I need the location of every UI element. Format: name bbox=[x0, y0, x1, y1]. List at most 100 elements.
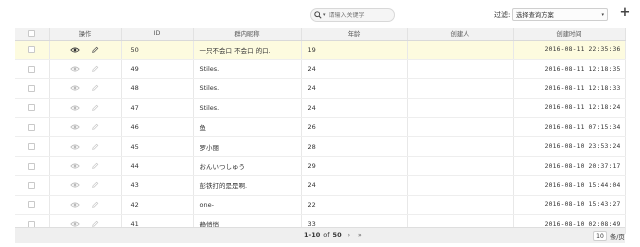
cell-id: 50 bbox=[121, 40, 194, 60]
cell-age: 24 bbox=[301, 175, 408, 196]
pencil-icon[interactable] bbox=[90, 104, 100, 112]
table-row[interactable]: 43 彭铁打的是是啊. 24 2016-08-10 15:44:04 bbox=[15, 175, 626, 196]
cell-id: 43 bbox=[121, 175, 194, 196]
column-header-age[interactable]: 年龄 bbox=[301, 28, 408, 41]
row-checkbox[interactable] bbox=[28, 162, 36, 170]
row-checkbox[interactable] bbox=[28, 65, 36, 73]
column-header-id[interactable]: ID bbox=[121, 28, 194, 41]
cell-nickname: 罗小丽 bbox=[193, 136, 302, 157]
row-checkbox-cell[interactable] bbox=[15, 195, 50, 216]
filter-select[interactable]: 选择查询方案 ▾ bbox=[512, 8, 608, 21]
filter-label: 过滤: bbox=[494, 11, 511, 19]
cell-created-time: 2016-08-10 15:43:27 bbox=[513, 195, 626, 216]
cell-created-time: 2016-08-11 12:18:24 bbox=[513, 98, 626, 119]
search-box[interactable]: ▾ bbox=[310, 8, 395, 22]
cell-creator bbox=[407, 78, 514, 99]
column-header-nickname[interactable]: 群内昵称 bbox=[193, 28, 302, 41]
cell-age: 22 bbox=[301, 195, 408, 216]
cell-id: 42 bbox=[121, 195, 194, 216]
row-actions bbox=[49, 175, 122, 196]
table-row[interactable]: 44 おんいつしゅう 29 2016-08-10 20:37:17 bbox=[15, 156, 626, 177]
column-header-creator[interactable]: 创建人 bbox=[407, 28, 514, 41]
row-checkbox-cell[interactable] bbox=[15, 98, 50, 119]
row-checkbox[interactable] bbox=[28, 104, 36, 112]
cell-creator bbox=[407, 156, 514, 177]
cell-creator bbox=[407, 117, 514, 138]
page-size-unit: 条/页 bbox=[610, 234, 625, 241]
table-row[interactable]: 49 Stiles. 24 2016-08-11 12:18:35 bbox=[15, 59, 626, 80]
row-actions bbox=[49, 40, 122, 60]
cell-age: 19 bbox=[301, 40, 408, 60]
cell-created-time: 2016-08-10 20:37:17 bbox=[513, 156, 626, 177]
row-checkbox[interactable] bbox=[28, 201, 36, 209]
add-button[interactable]: + bbox=[618, 6, 632, 20]
table-row[interactable]: 50 一只不会口 不会口 的口. 19 2016-08-11 22:35:36 bbox=[15, 40, 626, 60]
eye-icon[interactable] bbox=[70, 181, 80, 189]
page-size-value: 10 bbox=[596, 232, 604, 240]
cell-created-time: 2016-08-11 12:18:35 bbox=[513, 59, 626, 80]
pencil-icon[interactable] bbox=[90, 65, 100, 73]
eye-icon[interactable] bbox=[70, 65, 80, 73]
eye-icon[interactable] bbox=[70, 201, 80, 209]
row-checkbox[interactable] bbox=[28, 123, 36, 131]
cell-created-time: 2016-08-10 23:53:24 bbox=[513, 136, 626, 157]
row-checkbox[interactable] bbox=[28, 46, 36, 54]
page-size-select[interactable]: 10 bbox=[593, 231, 607, 241]
row-checkbox-cell[interactable] bbox=[15, 175, 50, 196]
pencil-icon[interactable] bbox=[90, 123, 100, 131]
pencil-icon[interactable] bbox=[90, 46, 100, 54]
table-row[interactable]: 46 鱼 26 2016-08-11 07:15:34 bbox=[15, 117, 626, 138]
row-checkbox[interactable] bbox=[28, 84, 36, 92]
pencil-icon[interactable] bbox=[90, 201, 100, 209]
cell-nickname: Stiles. bbox=[193, 78, 302, 99]
row-checkbox-cell[interactable] bbox=[15, 40, 50, 60]
last-page-icon[interactable]: » bbox=[358, 232, 362, 239]
row-actions bbox=[49, 98, 122, 119]
cell-created-time: 2016-08-11 22:35:36 bbox=[513, 40, 626, 60]
row-checkbox[interactable] bbox=[28, 181, 36, 189]
table-row[interactable]: 45 罗小丽 28 2016-08-10 23:53:24 bbox=[15, 136, 626, 157]
cell-nickname: 彭铁打的是是啊. bbox=[193, 175, 302, 196]
pagination-bar: 1-10 of 50 › » 10 条/页 bbox=[15, 227, 625, 243]
row-checkbox[interactable] bbox=[28, 143, 36, 151]
cell-age: 26 bbox=[301, 117, 408, 138]
row-actions bbox=[49, 59, 122, 80]
table-row[interactable]: 48 Stiles. 24 2016-08-11 12:18:33 bbox=[15, 78, 626, 99]
row-actions bbox=[49, 78, 122, 99]
table-body: 50 一只不会口 不会口 的口. 19 2016-08-11 22:35:36 49 St… bbox=[15, 40, 626, 235]
cell-age: 24 bbox=[301, 98, 408, 119]
page-range: 1-10 bbox=[304, 231, 321, 239]
search-input[interactable] bbox=[328, 11, 385, 19]
pencil-icon[interactable] bbox=[90, 84, 100, 92]
cell-id: 47 bbox=[121, 98, 194, 119]
eye-icon[interactable] bbox=[70, 143, 80, 151]
row-checkbox-cell[interactable] bbox=[15, 156, 50, 177]
cell-id: 46 bbox=[121, 117, 194, 138]
pencil-icon[interactable] bbox=[90, 162, 100, 170]
chevron-down-icon: ▾ bbox=[601, 11, 604, 18]
next-page-icon[interactable]: › bbox=[348, 232, 350, 239]
row-checkbox-cell[interactable] bbox=[15, 59, 50, 80]
row-checkbox-cell[interactable] bbox=[15, 117, 50, 138]
column-select-all[interactable] bbox=[15, 28, 50, 41]
table-row[interactable]: 42 one- 22 2016-08-10 15:43:27 bbox=[15, 195, 626, 216]
pencil-icon[interactable] bbox=[90, 143, 100, 151]
cell-creator bbox=[407, 175, 514, 196]
row-checkbox-cell[interactable] bbox=[15, 136, 50, 157]
data-grid: 操作 ID 群内昵称 年龄 创建人 创建时间 50 一只不会口 不会口 的口. 19… bbox=[15, 28, 626, 235]
cell-id: 48 bbox=[121, 78, 194, 99]
eye-icon[interactable] bbox=[70, 162, 80, 170]
eye-icon[interactable] bbox=[70, 46, 80, 54]
column-header-actions: 操作 bbox=[49, 28, 122, 41]
cell-created-time: 2016-08-10 15:44:04 bbox=[513, 175, 626, 196]
column-header-created-time[interactable]: 创建时间 bbox=[513, 28, 626, 41]
table-row[interactable]: 47 Stiles. 24 2016-08-11 12:18:24 bbox=[15, 98, 626, 119]
eye-icon[interactable] bbox=[70, 84, 80, 92]
search-dropdown-caret-icon[interactable]: ▾ bbox=[323, 12, 326, 18]
eye-icon[interactable] bbox=[70, 104, 80, 112]
select-all-checkbox[interactable] bbox=[28, 30, 36, 37]
cell-id: 44 bbox=[121, 156, 194, 177]
eye-icon[interactable] bbox=[70, 123, 80, 131]
row-checkbox-cell[interactable] bbox=[15, 78, 50, 99]
pencil-icon[interactable] bbox=[90, 181, 100, 189]
